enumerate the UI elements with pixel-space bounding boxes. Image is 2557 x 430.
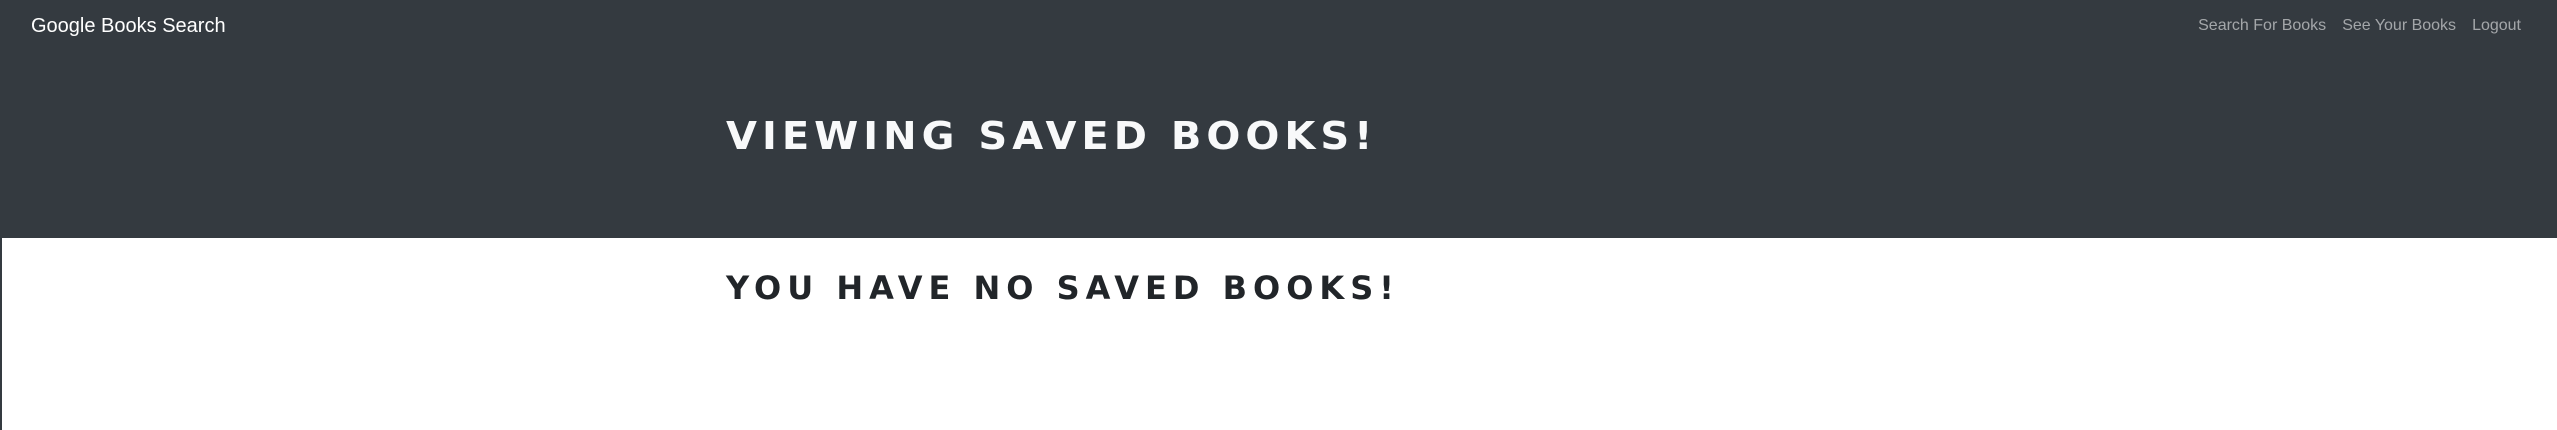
nav-logout-link[interactable]: Logout (2472, 15, 2521, 37)
hero-banner: VIEWING SAVED BOOKS! (2, 52, 2557, 238)
empty-state-message: YOU HAVE NO SAVED BOOKS! (726, 269, 1400, 307)
navbar: Google Books Search Search For Books See… (2, 0, 2557, 52)
page: Google Books Search Search For Books See… (0, 0, 2557, 430)
nav-links: Search For Books See Your Books Logout (2198, 15, 2521, 37)
nav-search-books-link[interactable]: Search For Books (2198, 15, 2326, 37)
nav-see-your-books-link[interactable]: See Your Books (2342, 15, 2456, 37)
brand-link[interactable]: Google Books Search (31, 13, 226, 39)
page-title: VIEWING SAVED BOOKS! (726, 114, 1378, 159)
